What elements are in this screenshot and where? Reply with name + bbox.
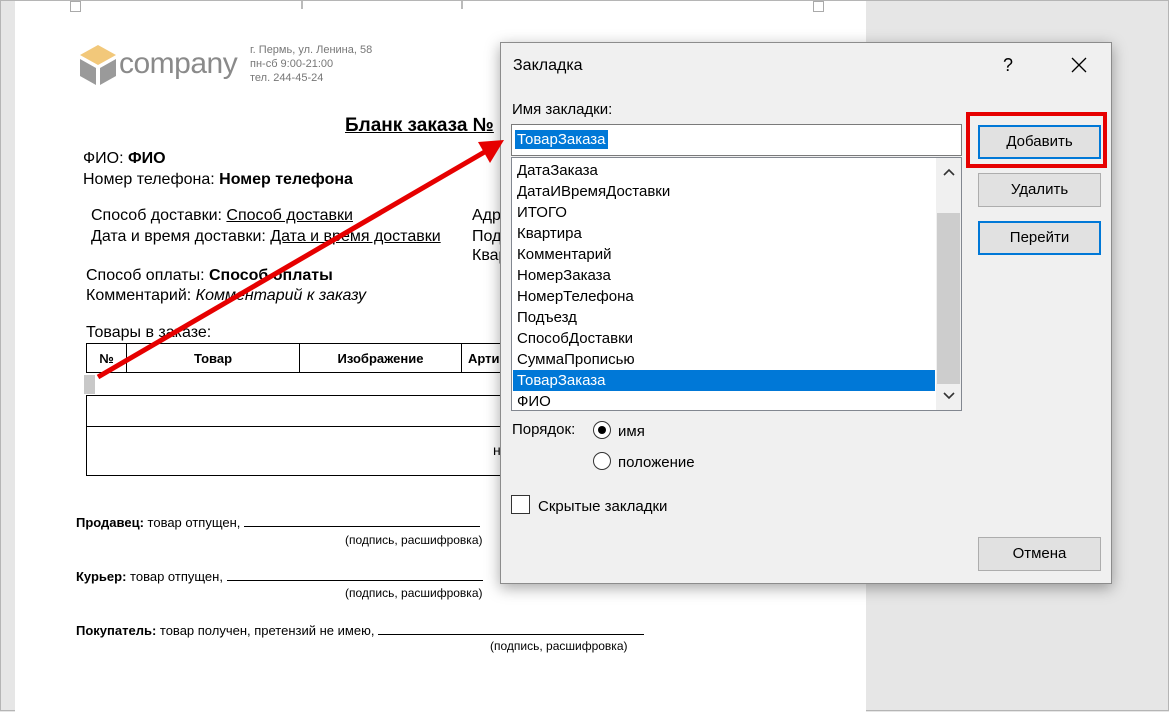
list-item[interactable]: СпособДоставки <box>513 328 935 349</box>
signature-hint: (подпись, расшифровка) <box>345 586 483 600</box>
bookmark-position-marker <box>84 375 95 394</box>
list-item[interactable]: Комментарий <box>513 244 935 265</box>
delete-button[interactable]: Удалить <box>978 173 1101 207</box>
bookmark-name-value: ТоварЗаказа <box>515 130 608 149</box>
list-item[interactable]: НомерЗаказа <box>513 265 935 286</box>
fio-line: ФИО: ФИО <box>83 150 166 167</box>
list-item[interactable]: НомерТелефона <box>513 286 935 307</box>
order-label: Порядок: <box>512 421 576 438</box>
list-item[interactable]: Квартира <box>513 223 935 244</box>
buyer-signature: Покупатель: товар получен, претензий не … <box>76 623 645 638</box>
scrollbar-thumb[interactable] <box>937 213 960 384</box>
list-item[interactable]: ФИО <box>513 391 935 410</box>
list-item[interactable]: ИТОГО <box>513 202 935 223</box>
seller-signature: Продавец: товар отпущен, <box>76 515 481 530</box>
company-logo-text: company <box>119 47 238 80</box>
items-label: Товары в заказе: <box>86 324 212 341</box>
cancel-button[interactable]: Отмена <box>978 537 1101 571</box>
ruler-marker <box>461 1 463 9</box>
list-item-selected[interactable]: ТоварЗаказа <box>513 370 935 391</box>
list-item[interactable]: СуммаПрописью <box>513 349 935 370</box>
list-item[interactable]: Подъезд <box>513 307 935 328</box>
list-scrollbar[interactable] <box>936 158 961 410</box>
scroll-up-icon[interactable] <box>942 166 956 178</box>
delivery-time-line: Дата и время доставки: Дата и время дост… <box>91 228 441 245</box>
document-title: Бланк заказа № <box>345 115 494 136</box>
table-header: Товар <box>126 343 300 373</box>
table-header: № <box>86 343 127 373</box>
signature-hint: (подпись, расшифровка) <box>345 533 483 547</box>
table-row <box>86 395 506 427</box>
order-by-name-label[interactable]: имя <box>618 423 645 440</box>
ruler-marker <box>70 1 81 12</box>
items-table: № Товар Изображение Арти <box>86 343 549 373</box>
hidden-bookmarks-checkbox[interactable] <box>511 495 530 514</box>
order-by-position-radio[interactable] <box>593 452 611 470</box>
goto-button[interactable]: Перейти <box>978 221 1101 255</box>
add-button-highlight <box>966 112 1107 168</box>
dialog-title: Закладка <box>513 57 583 74</box>
table-header: Изображение <box>299 343 462 373</box>
bookmark-list[interactable]: ДатаЗаказа ДатаИВремяДоставки ИТОГО Квар… <box>511 157 962 411</box>
courier-signature: Курьер: товар отпущен, <box>76 569 483 584</box>
list-item[interactable]: ДатаИВремяДоставки <box>513 181 935 202</box>
order-by-name-radio[interactable] <box>593 421 611 439</box>
ruler-marker <box>813 1 824 12</box>
hidden-bookmarks-label[interactable]: Скрытые закладки <box>538 498 667 515</box>
comment-line: Комментарий: Комментарий к заказу <box>86 287 366 304</box>
close-icon[interactable] <box>1067 53 1091 77</box>
company-address: г. Пермь, ул. Ленина, 58 пн-сб 9:00-21:0… <box>250 44 373 84</box>
phone-line: Номер телефона: Номер телефона <box>83 171 353 188</box>
list-item[interactable]: ДатаЗаказа <box>513 160 935 181</box>
signature-hint: (подпись, расшифровка) <box>490 639 628 653</box>
bookmark-name-label: Имя закладки: <box>512 101 613 118</box>
delivery-method-line: Способ доставки: Способ доставки <box>91 207 353 224</box>
help-button[interactable]: ? <box>1003 55 1013 76</box>
payment-line: Способ оплаты: Способ оплаты <box>86 267 333 284</box>
table-row <box>86 426 506 476</box>
order-by-position-label[interactable]: положение <box>618 454 695 471</box>
ruler-marker <box>301 1 303 9</box>
scroll-down-icon[interactable] <box>942 390 956 402</box>
bookmark-name-input[interactable]: ТоварЗаказа <box>511 124 962 156</box>
